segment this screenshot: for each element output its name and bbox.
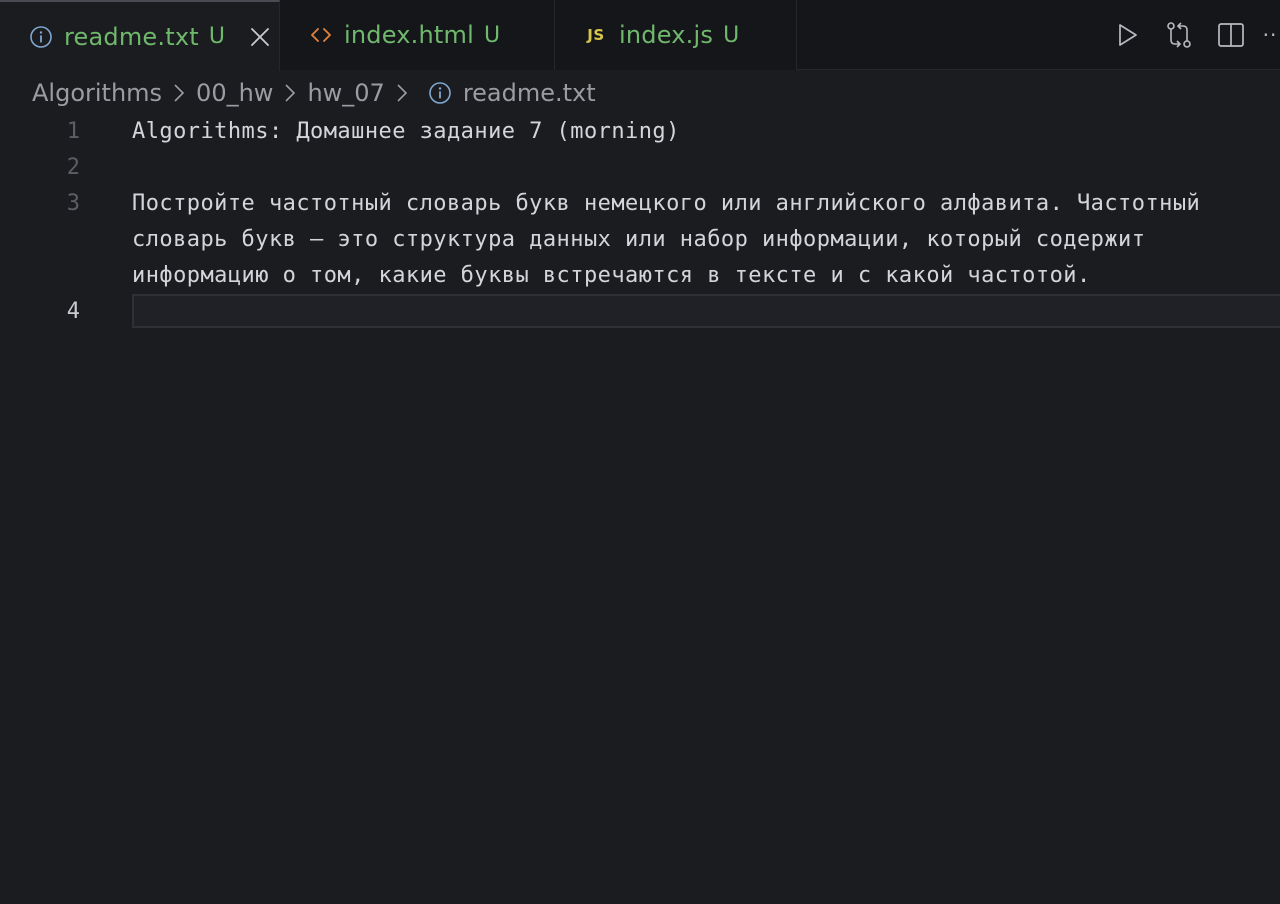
js-file-icon: JS bbox=[587, 26, 605, 44]
chevron-right-icon bbox=[391, 82, 413, 104]
tab-label: index.html bbox=[344, 21, 474, 49]
split-editor-icon[interactable] bbox=[1214, 18, 1248, 52]
chevron-right-icon bbox=[279, 82, 301, 104]
breadcrumb-item-hw-07[interactable]: hw_07 bbox=[307, 79, 384, 107]
info-icon bbox=[28, 24, 54, 50]
chevron-right-icon bbox=[168, 82, 190, 104]
tab-index-html[interactable]: index.html U bbox=[280, 0, 555, 70]
tab-label: index.js bbox=[619, 21, 714, 49]
line-text-wrapped: информацию о том, какие буквы встречаютс… bbox=[132, 263, 1091, 288]
tab-readme-txt[interactable]: readme.txt U bbox=[0, 0, 280, 71]
tab-label: readme.txt bbox=[64, 22, 199, 51]
close-icon[interactable] bbox=[247, 24, 273, 50]
breadcrumb-item-algorithms[interactable]: Algorithms bbox=[32, 79, 162, 107]
line-number: 2 bbox=[66, 155, 80, 180]
current-line-highlight[interactable] bbox=[132, 294, 1280, 328]
tab-bar: readme.txt U index.html U JS index.js U bbox=[0, 0, 1280, 71]
line-text-wrapped: словарь букв – это структура данных или … bbox=[132, 227, 1146, 252]
text-editor[interactable]: 1 Algorithms: Домашнее задание 7 (mornin… bbox=[0, 114, 1280, 904]
line-number: 1 bbox=[66, 119, 80, 144]
editor-window: readme.txt U index.html U JS index.js U bbox=[0, 0, 1280, 904]
more-actions-icon[interactable]: ·· bbox=[1260, 18, 1280, 52]
line-number: 3 bbox=[66, 191, 80, 216]
untracked-status-badge: U bbox=[723, 22, 740, 48]
line-number: 4 bbox=[66, 299, 80, 324]
untracked-status-badge: U bbox=[483, 22, 501, 48]
tab-index-js[interactable]: JS index.js U bbox=[555, 0, 797, 70]
breadcrumb: Algorithms 00_hw hw_07 readme.txt bbox=[32, 74, 596, 112]
untracked-status-badge: U bbox=[208, 24, 225, 49]
line-text: Algorithms: Домашнее задание 7 (morning) bbox=[132, 119, 680, 144]
editor-actions: ·· bbox=[1092, 0, 1280, 70]
source-control-compare-icon[interactable] bbox=[1162, 18, 1196, 52]
breadcrumb-item-00-hw[interactable]: 00_hw bbox=[196, 79, 273, 107]
run-icon[interactable] bbox=[1110, 18, 1144, 52]
info-icon bbox=[427, 80, 453, 106]
line-text: Постройте частотный словарь букв немецко… bbox=[132, 191, 1201, 216]
code-brackets-icon bbox=[308, 22, 334, 48]
breadcrumb-item-readme-txt[interactable]: readme.txt bbox=[463, 79, 596, 107]
